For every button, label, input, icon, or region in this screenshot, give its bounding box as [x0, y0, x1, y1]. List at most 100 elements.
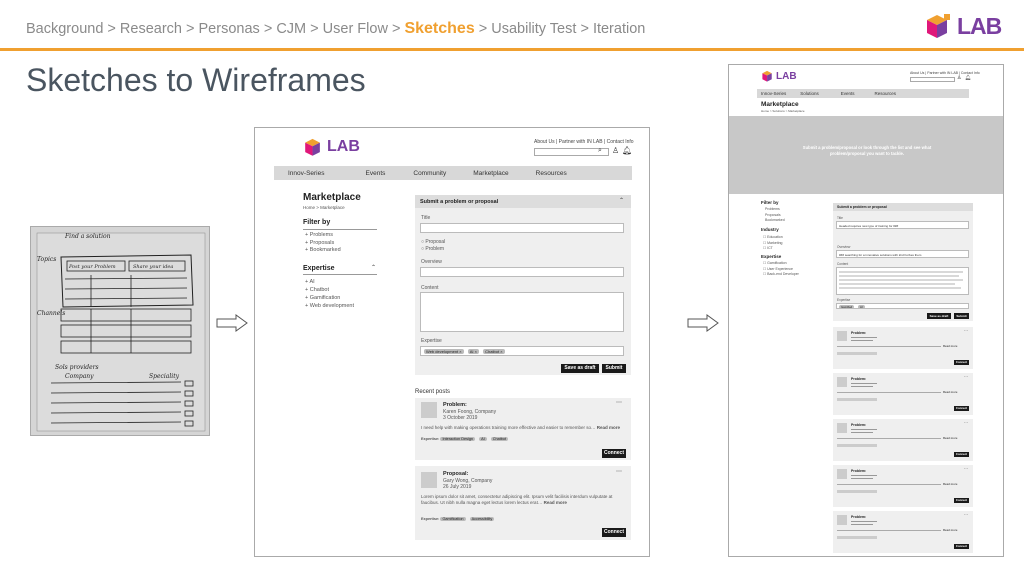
bc-step[interactable]: Iteration: [593, 21, 645, 37]
nav-item[interactable]: Marketplace: [473, 170, 508, 177]
more-icon[interactable]: ⋯: [964, 328, 968, 333]
filter-item[interactable]: + Bookmarked: [305, 247, 341, 255]
tag-chip[interactable]: AI: [857, 305, 865, 309]
connect-button[interactable]: Connect: [954, 406, 969, 411]
nav-item[interactable]: Events: [841, 91, 855, 96]
more-icon[interactable]: ⋯: [616, 399, 622, 406]
nav-item[interactable]: Resources: [875, 91, 897, 96]
tag-chip[interactable]: AI ×: [467, 349, 479, 354]
read-more-link[interactable]: Read more: [597, 425, 620, 430]
wf1-top-links[interactable]: About Us | Partner with IN LAB | Contact…: [534, 139, 634, 145]
accent-rule: [0, 48, 1024, 51]
bc-step[interactable]: CJM: [276, 21, 306, 37]
post-author-line: [851, 383, 877, 384]
nav-item[interactable]: Events: [366, 170, 386, 177]
wf1-nav: Innov-Series Events Community Marketplac…: [274, 166, 632, 180]
post-tags: [837, 444, 877, 447]
bc-step[interactable]: Research: [120, 21, 182, 37]
filter-item[interactable]: + Problems: [305, 232, 341, 240]
wireframe-hifi: LAB About Us | Partner with IN LAB | Con…: [728, 64, 1004, 557]
post-text: I need help with making operations train…: [421, 425, 621, 430]
tag-chip[interactable]: Web development ×: [424, 349, 464, 354]
expertise-item[interactable]: + Web development: [305, 302, 354, 310]
search-icon[interactable]: ⌕: [598, 147, 602, 155]
read-more-link[interactable]: Read more: [943, 436, 957, 440]
connect-button[interactable]: Connect: [954, 360, 969, 365]
save-draft-button[interactable]: Save as draft: [927, 313, 951, 319]
submit-button[interactable]: Submit: [602, 364, 626, 373]
expertise-item[interactable]: + AI: [305, 278, 354, 286]
save-draft-button[interactable]: Save as draft: [561, 364, 599, 373]
sketch-note: Post your Problem: [68, 264, 116, 270]
user-icon[interactable]: ♙: [612, 146, 619, 155]
read-more-link[interactable]: Read more: [943, 390, 957, 394]
bc-sep: >: [478, 21, 488, 37]
filter-item[interactable]: + Proposals: [305, 240, 341, 248]
nav-item[interactable]: Community: [413, 170, 446, 177]
nav-item[interactable]: Solutions: [800, 91, 819, 96]
connect-button[interactable]: Connect: [954, 498, 969, 503]
radio-proposal[interactable]: ○ Proposal: [421, 239, 445, 245]
wf2-expertise-title: Expertise: [761, 254, 782, 259]
bc-step[interactable]: Background: [26, 21, 103, 37]
connect-button[interactable]: Connect: [954, 452, 969, 457]
bc-step[interactable]: User Flow: [323, 21, 388, 37]
post-tags: [837, 536, 877, 539]
tag-chip[interactable]: Interaction Design: [440, 437, 476, 441]
tag-chip[interactable]: Chatbot ×: [483, 349, 505, 354]
slide: Background > Research > Personas > CJM >…: [0, 0, 1024, 576]
user-icon[interactable]: ♙: [957, 75, 961, 81]
expertise-tag-input[interactable]: Web development × AI × Chatbot ×: [420, 346, 624, 356]
more-icon[interactable]: ⋯: [964, 374, 968, 379]
more-icon[interactable]: ⋯: [616, 468, 622, 475]
radio-problem[interactable]: ○ Problem: [421, 246, 444, 252]
post-text-line: [837, 530, 941, 531]
filter-item[interactable]: Bookmarked: [765, 218, 785, 224]
connect-button[interactable]: Connect: [602, 449, 626, 458]
more-icon[interactable]: ⋯: [964, 420, 968, 425]
expertise-item[interactable]: + Gamification: [305, 294, 354, 302]
expertise-tag-input[interactable]: Gamified AI: [836, 303, 969, 309]
wf1-breadcrumb[interactable]: Home > Marketplace: [303, 205, 345, 210]
title-input[interactable]: [420, 223, 624, 233]
sketch-note: Speciality: [149, 373, 180, 380]
more-icon[interactable]: ⋯: [964, 466, 968, 471]
tag-chip[interactable]: Gamified: [839, 305, 855, 309]
chevron-up-icon[interactable]: ⌃: [371, 264, 376, 271]
wf2-search-input[interactable]: [910, 77, 955, 82]
connect-button[interactable]: Connect: [954, 544, 969, 549]
read-more-link[interactable]: Read more: [544, 500, 567, 505]
read-more-link[interactable]: Read more: [943, 482, 957, 486]
title-input[interactable]: Headed requires new type of training for…: [836, 221, 969, 229]
content-textarea[interactable]: [420, 292, 624, 332]
nav-item[interactable]: Innov-Series: [288, 170, 325, 177]
industry-item[interactable]: ☐ ICT: [763, 246, 783, 252]
tag-chip[interactable]: AI: [479, 437, 487, 441]
title-label: Title: [421, 215, 431, 221]
bell-icon[interactable]: 🔔︎: [965, 75, 971, 81]
read-more-link[interactable]: Read more: [943, 528, 957, 532]
tag-chip[interactable]: Gamification: [440, 517, 466, 521]
overview-input[interactable]: [420, 267, 624, 277]
wf2-breadcrumb[interactable]: Home > Solutions > Marketplace: [761, 109, 805, 113]
nav-item[interactable]: Innov-Series: [761, 91, 786, 96]
hero-text: Submit a problem/proposal or look throug…: [802, 145, 932, 156]
bc-step-active[interactable]: Sketches: [404, 20, 474, 37]
more-icon[interactable]: ⋯: [964, 512, 968, 517]
expertise-item[interactable]: + Chatbot: [305, 286, 354, 294]
nav-item[interactable]: Resources: [536, 170, 567, 177]
bc-step[interactable]: Usability Test: [491, 21, 576, 37]
expertise-item[interactable]: ☐ Back-end Developer: [763, 272, 799, 278]
chevron-up-icon[interactable]: ⌃: [619, 197, 624, 204]
bc-step[interactable]: Personas: [199, 21, 260, 37]
overview-input[interactable]: ### searching for a innovative solutions…: [836, 250, 969, 258]
read-more-link[interactable]: Read more: [943, 344, 957, 348]
submit-button[interactable]: Submit: [954, 313, 969, 319]
content-textarea[interactable]: [836, 267, 969, 295]
tag-chip[interactable]: Chatbot: [490, 437, 509, 441]
connect-button[interactable]: Connect: [602, 528, 626, 537]
avatar: [837, 377, 847, 387]
tag-chip[interactable]: Accessibility: [469, 517, 495, 521]
bell-icon[interactable]: 🔔︎: [622, 146, 632, 155]
post-type: Problem:: [851, 331, 867, 335]
